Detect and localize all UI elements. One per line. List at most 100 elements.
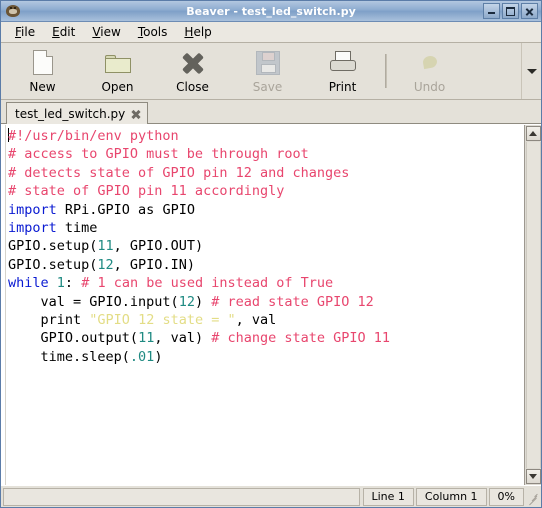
toolbar-open-button[interactable]: Open [80,45,155,98]
code-line: while 1: # 1 can be used instead of True [8,274,522,292]
code-token-plain: GPIO.output( [8,330,139,347]
toolbar-save-label: Save [252,79,283,94]
code-token-plain: GPIO.setup( [8,256,98,273]
code-line: print "GPIO 12 state = ", val [8,311,522,329]
code-token-kw: import [8,220,57,237]
code-line: # access to GPIO must be through root [8,145,522,163]
code-token-plain: time.sleep( [8,348,130,365]
undo-arrow-icon [416,49,444,77]
scroll-down-icon[interactable] [525,469,541,484]
code-line: GPIO.setup(12, GPIO.IN) [8,256,522,274]
status-message-area [3,487,360,506]
code-line: # detects state of GPIO pin 12 and chang… [8,164,522,182]
code-line: GPIO.output(11, val) # change state GPIO… [8,329,522,347]
code-line: #!/usr/bin/env python [8,127,522,145]
close-x-icon [179,49,207,77]
code-token-comment: # read state GPIO 12 [211,293,374,310]
status-line: Line 1 [362,487,414,506]
editor-area: #!/usr/bin/env python # access to GPIO mu… [1,124,541,485]
menu-edit[interactable]: Edit [44,23,84,41]
toolbar-overflow-button[interactable] [521,43,541,99]
printer-icon [329,49,357,77]
code-token-plain: GPIO.setup( [8,238,98,255]
code-token-num: 11 [97,238,114,255]
main-toolbar: New Open Close Save Print Undo [1,43,541,100]
statusbar: Line 1 Column 1 0% [1,485,541,507]
code-token-comment: # change state GPIO 11 [211,330,391,347]
scroll-up-icon[interactable] [525,126,541,141]
tab-close-icon[interactable] [131,109,141,119]
code-token-comment: # 1 can be used instead of True [81,275,334,292]
code-token-plain: val = GPIO.input( [8,293,179,310]
toolbar-undo-label: Undo [413,79,446,94]
code-token-str: "GPIO 12 state = " [89,312,236,329]
toolbar-close-label: Close [176,79,209,94]
menu-help[interactable]: Help [176,23,220,41]
code-token-plain: ) [194,293,212,310]
open-folder-icon [104,49,132,77]
menubar: File Edit View Tools Help [1,22,541,43]
chevron-down-icon [526,68,537,74]
code-line: time.sleep(.01) [8,348,522,366]
menu-view[interactable]: View [84,23,129,41]
code-token-plain: , GPIO.IN) [113,256,195,273]
code-token-num: 12 [97,256,114,273]
editor-vertical-scrollbar[interactable] [524,125,541,485]
status-column: Column 1 [415,487,487,506]
window-controls [483,3,539,19]
minimize-button[interactable] [483,3,500,19]
code-token-plain: , val [235,312,277,329]
code-line: import time [8,219,522,237]
code-line: GPIO.setup(11, GPIO.OUT) [8,237,522,255]
window-titlebar[interactable]: Beaver - test_led_switch.py [1,1,541,22]
code-token-num: .01 [129,348,155,365]
code-token-comment: # access to GPIO must be through root [8,146,309,163]
maximize-button[interactable] [502,3,519,19]
toolbar-print-label: Print [328,79,357,94]
close-window-button[interactable] [521,3,538,19]
code-line: import RPi.GPIO as GPIO [8,201,522,219]
toolbar-separator [385,54,387,88]
menu-help-rest: elp [193,25,212,39]
toolbar-new-button[interactable]: New [5,45,80,98]
menu-file-rest: ile [21,25,36,39]
beaver-editor-window: Beaver - test_led_switch.py File Edit Vi… [0,0,542,508]
resize-grip-icon[interactable] [525,488,539,506]
code-token-plain: print [8,312,90,329]
code-line: val = GPIO.input(12) # read state GPIO 1… [8,293,522,311]
code-token-num: 12 [178,293,195,310]
tab-label: test_led_switch.py [15,106,126,121]
code-line: # state of GPIO pin 11 accordingly [8,182,522,200]
code-token-num: 1 [56,275,65,292]
code-token-plain: , GPIO.OUT) [113,238,204,255]
toolbar-print-button[interactable]: Print [305,45,380,98]
code-token-comment: # detects state of GPIO pin 12 and chang… [8,164,350,181]
toolbar-open-label: Open [101,79,134,94]
new-document-icon [29,49,57,77]
code-token-comment: # state of GPIO pin 11 accordingly [8,183,285,200]
beaver-icon [5,3,21,19]
code-token-kw: while [8,275,49,292]
menu-file[interactable]: File [7,23,44,41]
menu-tools-rest: ools [143,25,168,39]
toolbar-close-button[interactable]: Close [155,45,230,98]
code-token-plain: : [64,275,82,292]
menu-tools[interactable]: Tools [130,23,177,41]
tab-test-led-switch[interactable]: test_led_switch.py [6,102,149,124]
menu-view-rest: iew [100,25,121,39]
code-token-plain: , val) [154,330,212,347]
code-token-plain: time [56,220,98,237]
toolbar-new-label: New [29,79,56,94]
menu-edit-rest: dit [59,25,76,39]
save-floppy-icon [254,49,282,77]
scrollbar-track[interactable] [525,142,541,468]
code-token-comment: #!/usr/bin/env python [8,128,179,144]
code-token-kw: import [8,201,57,218]
code-token-plain: ) [154,348,163,365]
toolbar-undo-button: Undo [392,45,467,98]
code-text-area[interactable]: #!/usr/bin/env python # access to GPIO mu… [6,125,524,485]
code-token-num: 11 [138,330,155,347]
status-progress: 0% [488,487,524,506]
tabbar: test_led_switch.py [1,100,541,124]
